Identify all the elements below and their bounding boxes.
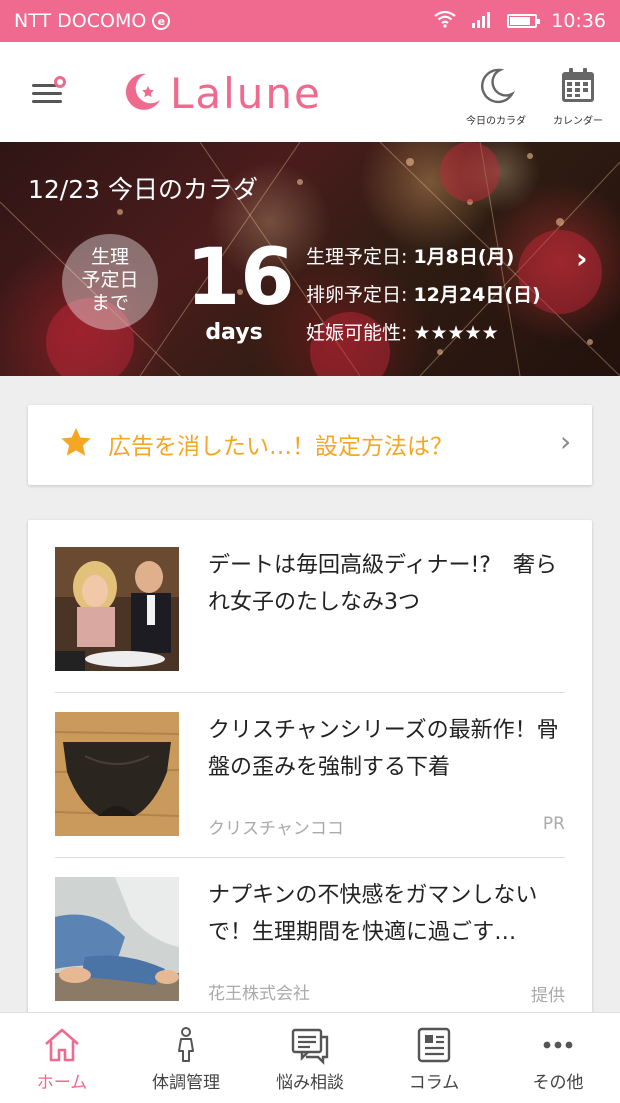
carrier-name: NTT DOCOMO: [14, 10, 147, 32]
badge-text: 生理 予定日 まで: [62, 246, 158, 315]
list-item[interactable]: ナプキンの不快感をガマンしないで！生理期間を快適に過ごす… 花王株式会社 提供: [55, 877, 565, 1006]
nav-home[interactable]: ホーム: [0, 1013, 124, 1103]
days-count: 16: [186, 233, 295, 323]
status-right: 10:36: [433, 10, 606, 33]
sponsor-badge: 提供: [531, 986, 565, 1006]
article-title: デートは毎回高級ディナー!? 奢られ女子のたしなみ3つ: [208, 553, 557, 615]
remove-ads-text: 広告を消したい…！設定方法は？: [108, 434, 453, 460]
list-item[interactable]: デートは毎回高級ディナー!? 奢られ女子のたしなみ3つ: [55, 547, 565, 671]
pr-badge: PR: [542, 814, 565, 834]
notification-dot: [54, 76, 66, 88]
article-title: ナプキンの不快感をガマンしないで！生理期間を快適に過ごす…: [208, 883, 538, 945]
nav-condition-label: 体調管理: [152, 1073, 220, 1093]
days-unit: days: [205, 320, 263, 345]
remove-ads-banner[interactable]: 広告を消したい…！設定方法は？ ›: [28, 405, 592, 485]
divider: [55, 857, 565, 858]
article-thumbnail: [55, 712, 179, 836]
status-bar: NTT DOCOMO e 10:36: [0, 0, 620, 42]
period-value: 1月8日(月): [413, 246, 515, 268]
wifi-icon: [433, 10, 457, 33]
carrier-badge: e: [152, 12, 171, 30]
star-icon: [58, 425, 94, 465]
nav-other-label: その他: [532, 1073, 584, 1093]
article-thumbnail: [55, 877, 179, 1001]
today-body-button[interactable]: 今日のカラダ: [461, 66, 531, 127]
article-source: 花王株式会社: [208, 984, 310, 1004]
article-list: デートは毎回高級ディナー!? 奢られ女子のたしなみ3つ クリスチャンシリーズの最…: [28, 520, 592, 1020]
badge-line: 生理: [90, 246, 129, 268]
bottom-navigation: ホーム 体調管理 悩み相談 コラム その他: [0, 1012, 620, 1103]
calendar-button[interactable]: カレンダー: [543, 66, 613, 127]
fertility-row: 妊娠可能性: ★★★★★: [306, 314, 541, 352]
chevron-right-icon[interactable]: ›: [576, 242, 588, 275]
home-icon: [43, 1027, 81, 1067]
divider: [55, 692, 565, 693]
days-until-badge: 生理 予定日 まで: [62, 234, 158, 364]
clock: 10:36: [551, 10, 606, 32]
badge-line: 予定日: [81, 269, 139, 291]
fertility-stars: ★★★★★: [413, 322, 499, 344]
cycle-info: 生理予定日: 1月8日(月) 排卵予定日: 12月24日(日) 妊娠可能性: ★…: [306, 238, 541, 352]
ovulation-value: 12月24日(日): [413, 284, 541, 306]
period-row: 生理予定日: 1月8日(月): [306, 238, 541, 276]
battery-icon: [507, 14, 541, 28]
today-body-label: 今日のカラダ: [466, 116, 526, 127]
article-source: クリスチャンココ: [208, 819, 344, 839]
list-item[interactable]: クリスチャンシリーズの最新作！骨盤の歪みを強制する下着 クリスチャンココ PR: [55, 712, 565, 839]
woman-figure-icon: [174, 1027, 198, 1067]
period-label: 生理予定日:: [306, 246, 408, 268]
nav-column-label: コラム: [408, 1073, 460, 1093]
fertility-label: 妊娠可能性:: [306, 322, 408, 344]
logo-text: Lalune: [170, 69, 322, 118]
nav-condition[interactable]: 体調管理: [124, 1013, 248, 1103]
status-left: NTT DOCOMO e: [14, 10, 171, 32]
crescent-moon-logo-icon: [120, 70, 164, 118]
today-body-banner[interactable]: 12/23 今日のカラダ 生理 予定日 まで 16 days 生理予定日: 1月…: [0, 142, 620, 376]
nav-other[interactable]: その他: [496, 1013, 620, 1103]
badge-line: まで: [90, 292, 129, 314]
hero-date-title: 12/23 今日のカラダ: [28, 175, 258, 204]
calendar-label: カレンダー: [553, 116, 603, 127]
calendar-icon: [558, 68, 598, 110]
more-dots-icon: [541, 1027, 575, 1067]
chat-bubble-icon: [290, 1027, 330, 1069]
nav-column[interactable]: コラム: [372, 1013, 496, 1103]
menu-button[interactable]: [32, 76, 66, 108]
article-thumbnail: [55, 547, 179, 671]
menu-line: [32, 100, 62, 103]
ovulation-label: 排卵予定日:: [306, 284, 408, 306]
app-header: Lalune 今日のカラダ カレンダー: [0, 42, 620, 142]
app-logo: Lalune: [120, 70, 322, 118]
chevron-right-icon: ›: [560, 425, 572, 458]
nav-consult-label: 悩み相談: [276, 1073, 344, 1093]
nav-consult[interactable]: 悩み相談: [248, 1013, 372, 1103]
article-icon: [417, 1027, 451, 1067]
ovulation-row: 排卵予定日: 12月24日(日): [306, 276, 541, 314]
article-title: クリスチャンシリーズの最新作！骨盤の歪みを強制する下着: [208, 718, 559, 780]
nav-home-label: ホーム: [36, 1073, 88, 1093]
moon-icon: [476, 68, 516, 110]
menu-line: [32, 92, 62, 95]
signal-icon: [471, 10, 493, 33]
